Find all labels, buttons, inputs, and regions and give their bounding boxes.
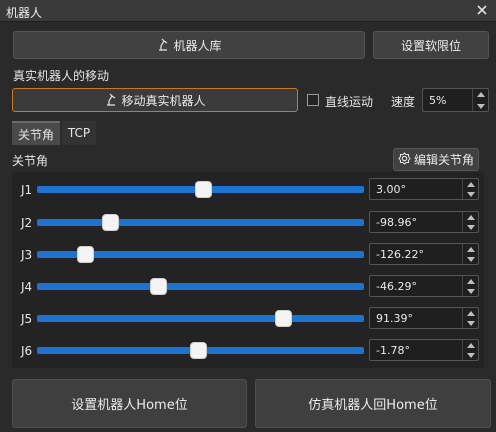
set-soft-limit-label: 设置软限位 — [400, 38, 461, 53]
set-robot-home-label: 设置机器人Home位 — [71, 398, 188, 413]
joint-slider-handle[interactable] — [194, 181, 212, 198]
decrement-icon[interactable] — [463, 189, 479, 199]
joint-row-j3: J3 -126.22° — [12, 241, 484, 271]
increment-icon[interactable] — [463, 340, 479, 350]
joint-row-j6: J6 -1.78° — [12, 337, 484, 367]
joint-value: -46.29° — [376, 280, 417, 293]
title-bar: 机器人 — [0, 0, 496, 22]
joint-value-stepper[interactable]: 3.00° — [369, 178, 479, 200]
joint-value: -126.22° — [376, 248, 424, 261]
sim-robot-go-home-button[interactable]: 仿真机器人回Home位 — [255, 379, 491, 428]
set-robot-home-button[interactable]: 设置机器人Home位 — [12, 379, 247, 428]
robot-library-button[interactable]: 机器人库 — [13, 31, 365, 59]
joint-row-j1: J1 3.00° — [12, 176, 484, 206]
edit-joint-angles-label: 编辑关节角 — [413, 153, 474, 167]
robot-arm-icon — [104, 92, 118, 109]
increment-icon[interactable] — [473, 89, 489, 99]
joint-slider-track[interactable] — [37, 283, 364, 290]
decrement-icon[interactable] — [463, 286, 479, 296]
real-robot-move-title: 真实机器人的移动 — [13, 69, 110, 83]
joint-slider-track[interactable] — [37, 315, 364, 322]
robot-library-label: 机器人库 — [173, 38, 222, 53]
joint-value-stepper[interactable]: 91.39° — [369, 307, 479, 329]
move-real-robot-button[interactable]: 移动真实机器人 — [12, 88, 298, 112]
joint-label: J5 — [21, 312, 33, 326]
joint-value-stepper[interactable]: -1.78° — [369, 339, 479, 361]
joint-label: J2 — [21, 216, 33, 230]
decrement-icon[interactable] — [463, 350, 479, 360]
set-soft-limit-button[interactable]: 设置软限位 — [373, 31, 489, 59]
increment-icon[interactable] — [463, 244, 479, 254]
increment-icon[interactable] — [463, 212, 479, 222]
joint-value-stepper[interactable]: -46.29° — [369, 275, 479, 297]
joint-slider-track[interactable] — [37, 219, 364, 226]
speed-stepper[interactable]: 5% — [422, 88, 489, 112]
increment-icon[interactable] — [463, 308, 479, 318]
tab-joint-angles[interactable]: 关节角 — [12, 121, 60, 145]
linear-motion-checkbox[interactable] — [307, 94, 319, 106]
tab-tcp[interactable]: TCP — [62, 121, 96, 145]
decrement-icon[interactable] — [463, 222, 479, 232]
joint-value: -98.96° — [376, 216, 417, 229]
gear-icon — [398, 151, 411, 168]
joint-label: J4 — [21, 280, 33, 294]
sim-robot-go-home-label: 仿真机器人回Home位 — [308, 398, 438, 413]
increment-icon[interactable] — [463, 276, 479, 286]
edit-joint-angles-button[interactable]: 编辑关节角 — [393, 148, 479, 171]
increment-icon[interactable] — [463, 179, 479, 189]
joint-value: 3.00° — [376, 183, 406, 196]
joint-angles-title: 关节角 — [12, 154, 49, 168]
close-icon[interactable] — [474, 2, 490, 18]
joint-slider-handle[interactable] — [77, 246, 95, 263]
joint-row-j5: J5 91.39° — [12, 305, 484, 335]
decrement-icon[interactable] — [463, 254, 479, 264]
joint-value-stepper[interactable]: -98.96° — [369, 211, 479, 233]
joint-value: -1.78° — [376, 344, 410, 357]
joint-row-j4: J4 -46.29° — [12, 273, 484, 303]
speed-label: 速度 — [391, 95, 416, 109]
decrement-icon[interactable] — [473, 101, 489, 111]
window-title: 机器人 — [6, 6, 43, 20]
joint-row-j2: J2 -98.96° — [12, 209, 484, 239]
joint-slider-handle[interactable] — [275, 310, 293, 327]
decrement-icon[interactable] — [463, 318, 479, 328]
linear-motion-label: 直线运动 — [325, 95, 374, 109]
joint-slider-handle[interactable] — [149, 278, 167, 295]
joint-value-stepper[interactable]: -126.22° — [369, 243, 479, 265]
joint-slider-handle[interactable] — [190, 342, 208, 359]
move-real-robot-label: 移动真实机器人 — [121, 93, 206, 108]
speed-value: 5% — [429, 94, 447, 107]
joint-label: J1 — [21, 183, 33, 197]
robot-arm-icon — [156, 37, 170, 54]
joint-slider-handle[interactable] — [102, 214, 120, 231]
joint-value: 91.39° — [376, 312, 413, 325]
joint-label: J3 — [21, 248, 33, 262]
joint-label: J6 — [21, 344, 33, 358]
